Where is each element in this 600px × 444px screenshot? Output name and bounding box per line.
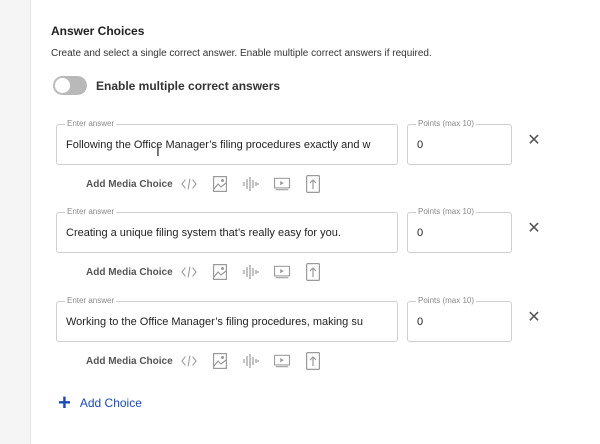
media-choice-row: Add Media Choice xyxy=(86,351,336,371)
code-icon[interactable] xyxy=(180,263,197,281)
add-choice-button[interactable]: + Add Choice xyxy=(58,390,142,415)
points-value: 0 xyxy=(417,316,424,328)
multiple-answers-toggle-row: Enable multiple correct answers xyxy=(53,76,280,95)
image-icon[interactable] xyxy=(212,263,228,281)
multiple-answers-toggle[interactable] xyxy=(53,76,87,95)
answer-input[interactable]: Enter answer Creating a unique filing sy… xyxy=(56,207,398,253)
close-icon[interactable]: ✕ xyxy=(526,221,542,237)
answer-input[interactable]: Enter answer Following the Office Manage… xyxy=(56,119,398,165)
toggle-knob xyxy=(54,77,71,94)
audio-icon[interactable] xyxy=(243,175,259,193)
add-media-choice-label[interactable]: Add Media Choice xyxy=(86,267,173,278)
media-choice-row: Add Media Choice xyxy=(86,262,336,282)
close-icon[interactable]: ✕ xyxy=(526,310,542,326)
plus-icon: + xyxy=(58,390,71,415)
media-choice-row: Add Media Choice xyxy=(86,174,336,194)
upload-icon[interactable] xyxy=(305,263,321,281)
points-field-label: Points (max 10) xyxy=(416,119,477,129)
answer-field-label: Enter answer xyxy=(65,207,117,217)
answer-choice-2: Enter answer Creating a unique filing sy… xyxy=(56,207,576,300)
points-input[interactable]: Points (max 10) 0 xyxy=(407,119,512,165)
points-field-label: Points (max 10) xyxy=(416,296,477,306)
points-input[interactable]: Points (max 10) 0 xyxy=(407,296,512,342)
section-subtitle: Create and select a single correct answe… xyxy=(51,48,432,59)
text-cursor-icon: I xyxy=(156,143,160,159)
upload-icon[interactable] xyxy=(305,352,321,370)
points-input[interactable]: Points (max 10) 0 xyxy=(407,207,512,253)
add-media-choice-label[interactable]: Add Media Choice xyxy=(86,356,173,367)
code-icon[interactable] xyxy=(180,352,197,370)
video-icon[interactable] xyxy=(273,175,290,193)
points-value: 0 xyxy=(417,227,424,239)
add-choice-label: Add Choice xyxy=(79,396,142,410)
points-value: 0 xyxy=(417,139,424,151)
audio-icon[interactable] xyxy=(243,263,259,281)
answer-choice-1: Enter answer Following the Office Manage… xyxy=(56,119,576,212)
upload-icon[interactable] xyxy=(305,175,321,193)
section-title: Answer Choices xyxy=(51,24,145,38)
answer-value: Following the Office Manager’s filing pr… xyxy=(66,139,371,151)
image-icon[interactable] xyxy=(212,352,228,370)
answer-input[interactable]: Enter answer Working to the Office Manag… xyxy=(56,296,398,342)
toggle-label: Enable multiple correct answers xyxy=(96,78,281,93)
points-field-label: Points (max 10) xyxy=(416,207,477,217)
video-icon[interactable] xyxy=(273,352,290,370)
answer-choice-3: Enter answer Working to the Office Manag… xyxy=(56,296,576,389)
answer-field-label: Enter answer xyxy=(65,119,117,129)
image-icon[interactable] xyxy=(212,175,228,193)
close-icon[interactable]: ✕ xyxy=(526,133,542,149)
video-icon[interactable] xyxy=(273,263,290,281)
code-icon[interactable] xyxy=(180,175,197,193)
answer-choices-panel: Answer Choices Create and select a singl… xyxy=(30,0,600,444)
answer-field-label: Enter answer xyxy=(65,296,117,306)
add-media-choice-label[interactable]: Add Media Choice xyxy=(86,179,173,190)
answer-value: Working to the Office Manager’s filing p… xyxy=(66,316,363,328)
answer-value: Creating a unique filing system that’s r… xyxy=(66,227,341,239)
audio-icon[interactable] xyxy=(243,352,259,370)
